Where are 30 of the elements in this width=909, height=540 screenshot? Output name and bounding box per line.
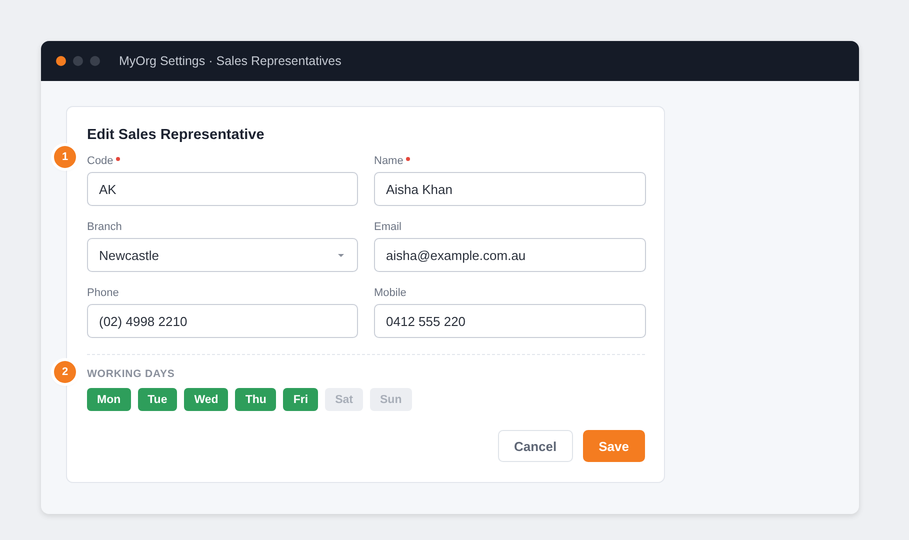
- day-toggle[interactable]: Tue: [138, 388, 178, 411]
- cancel-button[interactable]: Cancel: [498, 430, 573, 462]
- form-title: Edit Sales Representative: [87, 127, 266, 143]
- window-dot-icon[interactable]: [90, 56, 100, 66]
- field-label: Code: [87, 155, 114, 167]
- field-label: Mobile: [374, 287, 406, 299]
- section-label: WORKING DAYS: [87, 368, 176, 380]
- day-toggle[interactable]: Sat: [325, 388, 363, 411]
- window-title: MyOrg Settings · Sales Representatives: [119, 54, 342, 68]
- field-label: Email: [374, 221, 402, 233]
- caret-icon: [338, 254, 344, 256]
- window-dot-icon[interactable]: [73, 56, 83, 66]
- window-dot-icon[interactable]: [56, 56, 66, 66]
- field-label: Phone: [87, 287, 119, 299]
- dropdown[interactable]: Newcastle: [87, 238, 358, 272]
- field-label: Name: [374, 155, 404, 167]
- input-field[interactable]: AK: [87, 172, 358, 206]
- day-toggle[interactable]: Fri: [283, 388, 318, 411]
- day-toggle[interactable]: Sun: [370, 388, 412, 411]
- day-toggle[interactable]: Thu: [235, 388, 276, 411]
- input-field[interactable]: (02) 4998 2210: [87, 304, 358, 338]
- field-label: Branch: [87, 221, 122, 233]
- input-field[interactable]: aisha@example.com.au: [374, 238, 646, 272]
- day-toggle[interactable]: Wed: [184, 388, 228, 411]
- step-marker: 2: [54, 361, 76, 383]
- save-button[interactable]: Save: [582, 430, 645, 462]
- day-toggle[interactable]: Mon: [87, 388, 131, 411]
- step-marker: 1: [54, 146, 76, 168]
- input-field[interactable]: 0412 555 220: [374, 304, 646, 338]
- input-field[interactable]: Aisha Khan: [374, 172, 646, 206]
